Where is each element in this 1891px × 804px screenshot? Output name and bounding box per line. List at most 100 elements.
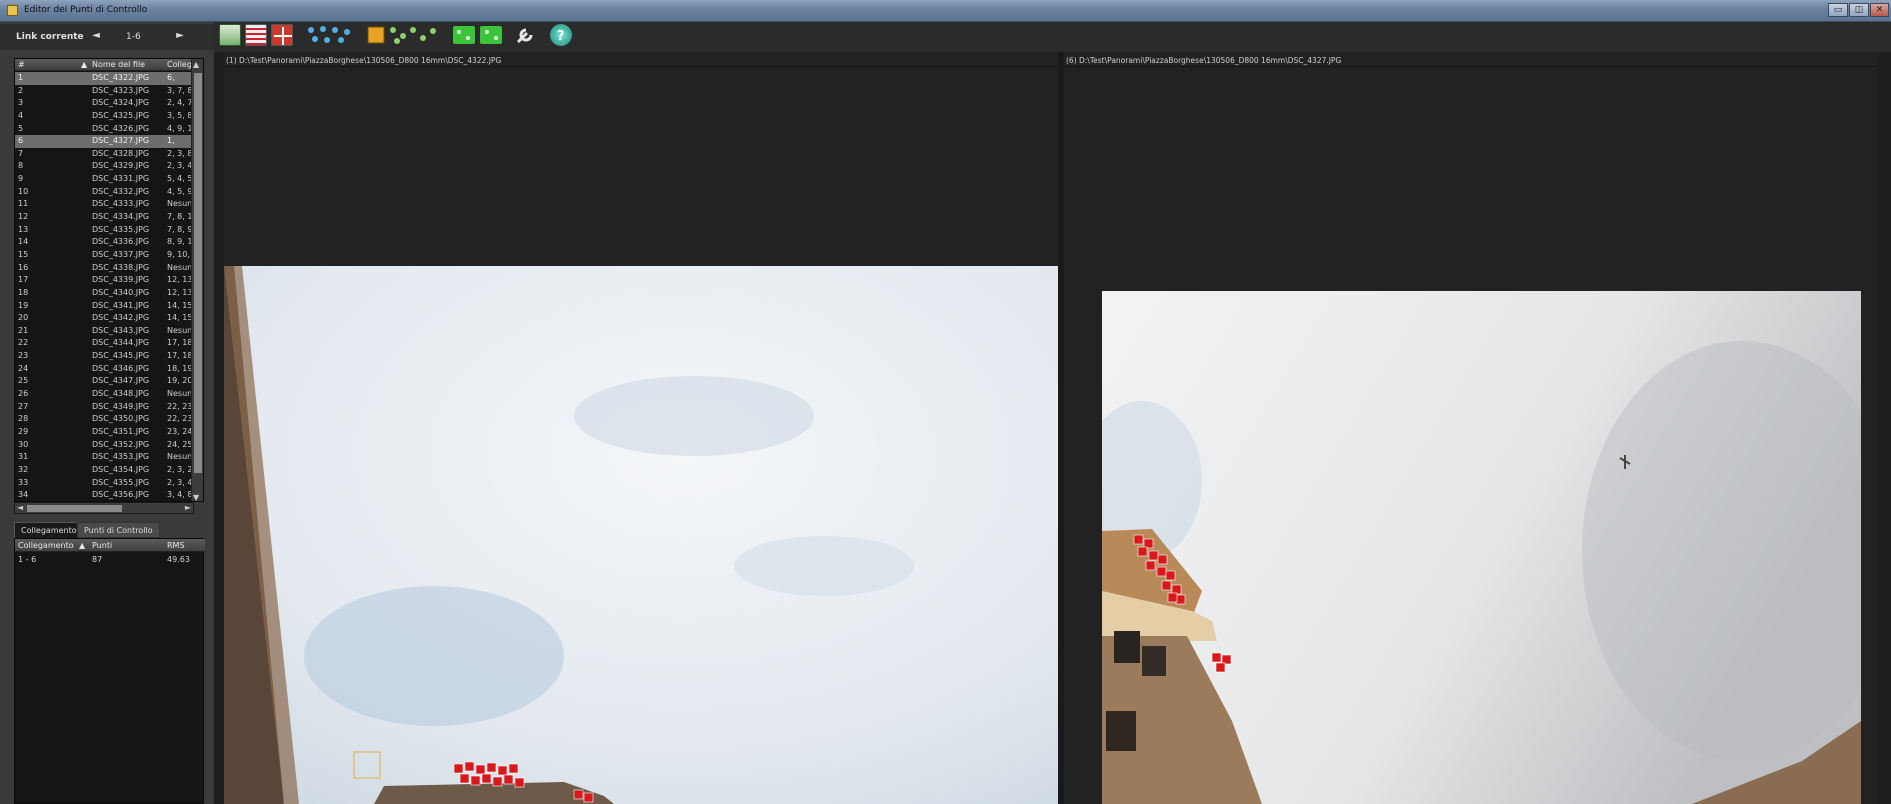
- help-icon[interactable]: ?: [550, 24, 572, 46]
- tab-control-points[interactable]: Punti di Controllo: [77, 522, 160, 538]
- links-cell: Nesun: [167, 452, 193, 462]
- table-row[interactable]: 16 DSC_4338.JPG Nesun: [15, 262, 193, 275]
- link-table[interactable]: Collegamento ▲ Punti RMS 1 - 6 87 49.63: [14, 538, 205, 804]
- file-name-cell: DSC_4326.JPG: [92, 123, 150, 133]
- table-row[interactable]: 15 DSC_4337.JPG 9, 10, 1: [15, 249, 193, 262]
- table-row[interactable]: 19 DSC_4341.JPG 14, 15,: [15, 300, 193, 313]
- column-link[interactable]: Collegamento: [18, 541, 74, 550]
- table-row[interactable]: 26 DSC_4348.JPG Nesun: [15, 388, 193, 401]
- table-row[interactable]: 24 DSC_4346.JPG 18, 19,: [15, 363, 193, 376]
- table-row[interactable]: 30 DSC_4352.JPG 24, 25,: [15, 439, 193, 452]
- links-cell: 7, 8, 9,: [167, 224, 193, 234]
- table-row[interactable]: 9 DSC_4331.JPG 5, 4, 5,: [15, 173, 193, 186]
- scroll-right-icon[interactable]: ►: [185, 503, 191, 512]
- table-row[interactable]: 8 DSC_4329.JPG 2, 3, 4,: [15, 160, 193, 173]
- links-cell: Nesun: [167, 325, 193, 335]
- table-row[interactable]: 6 DSC_4327.JPG 1,: [15, 135, 193, 148]
- add-point-icon[interactable]: [219, 24, 241, 46]
- links-cell: 7, 8, 13: [167, 212, 193, 222]
- index-cell: 20: [18, 313, 29, 323]
- scroll-down-icon[interactable]: ▼: [193, 493, 199, 501]
- points-green-icon[interactable]: [452, 24, 504, 46]
- table-row[interactable]: 1 DSC_4322.JPG 6,: [15, 72, 193, 85]
- points-yellow-icon[interactable]: [367, 24, 443, 46]
- pane-splitter[interactable]: [1058, 52, 1064, 804]
- column-index[interactable]: #: [18, 60, 25, 69]
- table-row[interactable]: 1 - 6 87 49.63: [15, 554, 205, 566]
- scroll-up-icon[interactable]: ▲: [193, 60, 199, 69]
- index-cell: 22: [18, 338, 29, 348]
- file-list-horizontal-scrollbar[interactable]: ◄ ►: [14, 502, 194, 514]
- table-row[interactable]: 5 DSC_4326.JPG 4, 9, 10: [15, 123, 193, 136]
- help-glyph: ?: [557, 29, 565, 44]
- grid-lines-icon[interactable]: [245, 24, 267, 46]
- links-cell: 23, 24,: [167, 426, 193, 436]
- points-blue-icon[interactable]: [305, 24, 355, 46]
- table-row[interactable]: 4 DSC_4325.JPG 3, 5, 8,: [15, 110, 193, 123]
- table-row[interactable]: 28 DSC_4350.JPG 22, 23,: [15, 413, 193, 426]
- wrench-icon[interactable]: [514, 24, 536, 46]
- table-row[interactable]: 23 DSC_4345.JPG 17, 18,: [15, 350, 193, 363]
- table-row[interactable]: 10 DSC_4332.JPG 4, 5, 9,: [15, 186, 193, 199]
- index-cell: 2: [18, 85, 24, 95]
- tab-links[interactable]: Collegamento: [14, 522, 84, 538]
- links-cell: 3, 7, 8,: [167, 85, 193, 95]
- left-photo[interactable]: [224, 266, 1058, 804]
- cross-lines-icon[interactable]: [271, 24, 293, 46]
- file-name-cell: DSC_4332.JPG: [92, 186, 150, 196]
- table-row[interactable]: 17 DSC_4339.JPG 12, 13,: [15, 274, 193, 287]
- pane-gutter: [1877, 52, 1891, 804]
- table-row[interactable]: 25 DSC_4347.JPG 19, 20,: [15, 375, 193, 388]
- table-row[interactable]: 34 DSC_4356.JPG 3, 4, 8,: [15, 489, 193, 501]
- index-cell: 31: [18, 452, 29, 462]
- table-row[interactable]: 22 DSC_4344.JPG 17, 18,: [15, 337, 193, 350]
- file-list-vertical-scrollbar[interactable]: ▲ ▼: [191, 59, 203, 501]
- links-cell: Nesun: [167, 262, 193, 272]
- right-photo[interactable]: [1102, 291, 1861, 804]
- table-row[interactable]: 18 DSC_4340.JPG 12, 13,: [15, 287, 193, 300]
- index-cell: 27: [18, 401, 29, 411]
- table-row[interactable]: 32 DSC_4354.JPG 2, 3, 27: [15, 464, 193, 477]
- table-row[interactable]: 14 DSC_4336.JPG 8, 9, 1: [15, 236, 193, 249]
- title-bar: Editor dei Punti di Controllo ▭ ◫ ✕: [0, 0, 1891, 22]
- table-row[interactable]: 7 DSC_4328.JPG 2, 3, 8,: [15, 148, 193, 161]
- minimize-button[interactable]: ▭: [1828, 3, 1848, 17]
- link-cell: 1 - 6: [18, 555, 37, 564]
- index-cell: 32: [18, 464, 29, 474]
- table-row[interactable]: 20 DSC_4342.JPG 14, 15,: [15, 312, 193, 325]
- file-name-cell: DSC_4345.JPG: [92, 351, 150, 361]
- index-cell: 14: [18, 237, 29, 247]
- file-name-cell: DSC_4354.JPG: [92, 464, 150, 474]
- scroll-left-icon[interactable]: ◄: [17, 503, 23, 512]
- points-cell: 87: [92, 555, 103, 564]
- table-row[interactable]: 33 DSC_4355.JPG 2, 3, 4,: [15, 477, 193, 490]
- index-cell: 17: [18, 275, 29, 285]
- table-row[interactable]: 12 DSC_4334.JPG 7, 8, 13: [15, 211, 193, 224]
- table-row[interactable]: 29 DSC_4351.JPG 23, 24,: [15, 426, 193, 439]
- file-list-rows: 1 DSC_4322.JPG 6, 2 DSC_4323.JPG 3, 7, 8, 3 DSC…: [15, 72, 193, 501]
- links-cell: 22, 23,: [167, 401, 193, 411]
- index-cell: 26: [18, 389, 29, 399]
- next-link-button[interactable]: ►: [172, 30, 188, 44]
- image-file-list[interactable]: # ▲ Nome del file Colleg▲ 1 DSC_4322.JPG 6…: [14, 58, 204, 502]
- column-rms[interactable]: RMS: [167, 541, 185, 550]
- table-row[interactable]: 3 DSC_4324.JPG 2, 4, 7,: [15, 97, 193, 110]
- previous-link-button[interactable]: ◄: [88, 30, 104, 44]
- close-button[interactable]: ✕: [1870, 3, 1889, 17]
- links-cell: 17, 18,: [167, 351, 193, 361]
- table-row[interactable]: 13 DSC_4335.JPG 7, 8, 9,: [15, 224, 193, 237]
- restore-button[interactable]: ◫: [1849, 3, 1869, 17]
- file-name-cell: DSC_4325.JPG: [92, 110, 150, 120]
- index-cell: 16: [18, 262, 29, 272]
- pane-divider-line: [224, 66, 1058, 67]
- column-points[interactable]: Punti: [92, 541, 112, 550]
- table-row[interactable]: 11 DSC_4333.JPG Nesun: [15, 198, 193, 211]
- scroll-thumb[interactable]: [27, 505, 122, 512]
- table-row[interactable]: 2 DSC_4323.JPG 3, 7, 8,: [15, 85, 193, 98]
- table-row[interactable]: 31 DSC_4353.JPG Nesun: [15, 451, 193, 464]
- table-row[interactable]: 27 DSC_4349.JPG 22, 23,: [15, 401, 193, 414]
- scroll-thumb[interactable]: [194, 73, 202, 473]
- links-cell: 12, 13,: [167, 287, 193, 297]
- table-row[interactable]: 21 DSC_4343.JPG Nesun: [15, 325, 193, 338]
- column-file-name[interactable]: Nome del file: [92, 60, 145, 69]
